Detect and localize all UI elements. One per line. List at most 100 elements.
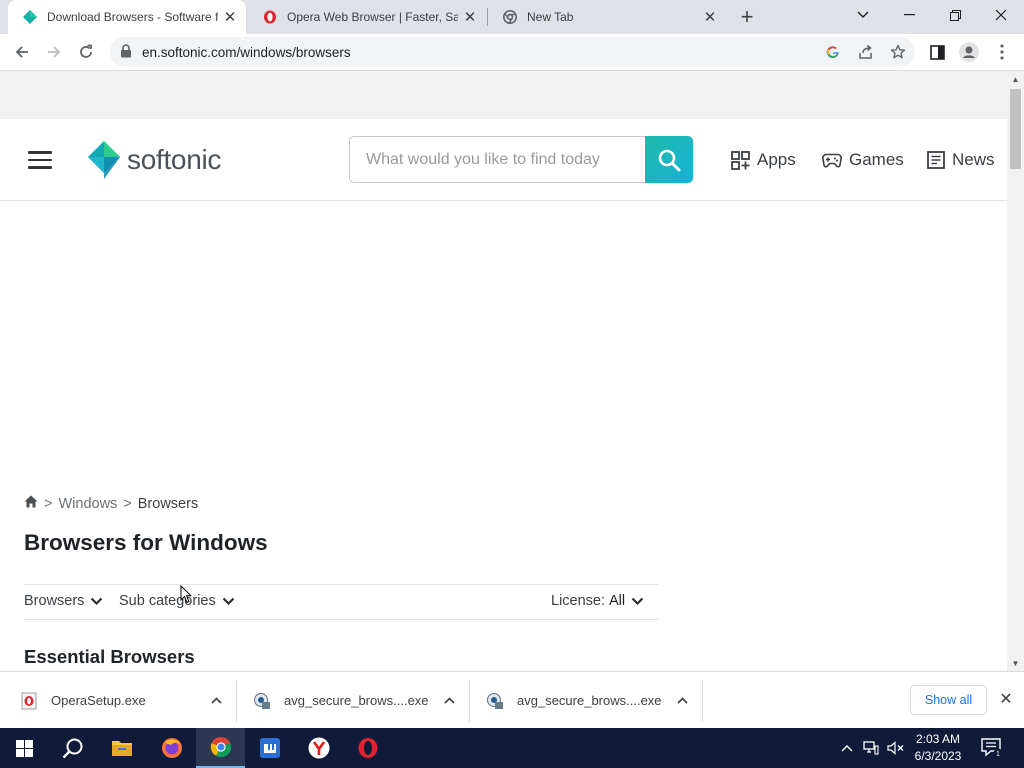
chevron-up-icon[interactable] — [204, 689, 228, 713]
mouse-cursor-icon — [180, 584, 193, 609]
hamburger-menu-icon[interactable] — [28, 151, 52, 169]
close-tab-icon[interactable]: ✕ — [458, 5, 482, 29]
clock-time: 2:03 AM — [915, 732, 961, 746]
tab-search-chevron-icon[interactable] — [840, 0, 886, 30]
restore-button[interactable] — [932, 0, 978, 30]
google-icon[interactable] — [823, 42, 843, 62]
tab-title: New Tab — [527, 10, 574, 24]
site-header: softonic Apps Games — [0, 119, 1007, 201]
section-title: Essential Browsers — [24, 646, 195, 667]
network-icon[interactable] — [862, 738, 880, 758]
softonic-logo-icon — [88, 141, 120, 179]
back-button[interactable] — [7, 37, 37, 67]
opera-installer-icon — [20, 692, 38, 710]
chrome-menu-icon[interactable] — [987, 37, 1017, 67]
avg-installer-icon — [253, 692, 271, 710]
close-tab-icon[interactable]: ✕ — [698, 5, 722, 29]
close-tab-icon[interactable]: ✕ — [218, 5, 242, 29]
profile-avatar-icon[interactable] — [954, 37, 984, 67]
lock-icon[interactable] — [120, 44, 132, 63]
breadcrumb-browsers: Browsers — [137, 495, 199, 512]
breadcrumb: > Windows > Browsers — [24, 495, 198, 512]
search-button[interactable] — [645, 136, 693, 183]
nav-games-label: Games — [849, 150, 904, 169]
browser-toolbar: en.softonic.com/windows/browsers — [0, 34, 1024, 71]
nav-apps-label: Apps — [757, 150, 796, 169]
close-download-shelf-icon[interactable]: ✕ — [995, 688, 1017, 710]
news-icon — [927, 151, 945, 169]
download-shelf: OperaSetup.exe avg_secure_brows....exe a… — [0, 671, 1024, 728]
tab-title: Download Browsers - Software fo — [47, 10, 218, 24]
home-icon[interactable] — [24, 495, 38, 512]
nav-news[interactable]: News — [927, 147, 995, 173]
volume-muted-icon[interactable] — [886, 738, 904, 758]
license-filter-dropdown[interactable]: License: All — [551, 593, 644, 609]
scroll-up-arrow-icon[interactable]: ▲ — [1007, 71, 1024, 87]
page-viewport: softonic Apps Games — [0, 71, 1024, 671]
yandex-icon[interactable] — [294, 728, 343, 768]
tab-new-tab[interactable]: New Tab ✕ — [488, 0, 726, 34]
show-hidden-icons-chevron-icon[interactable] — [838, 738, 856, 758]
svg-text:1: 1 — [996, 751, 1000, 758]
tab-softonic[interactable]: Download Browsers - Software fo ✕ — [8, 0, 246, 34]
category-filter-label: Browsers — [24, 593, 85, 609]
scrollbar-thumb[interactable] — [1010, 89, 1021, 169]
softonic-favicon — [22, 9, 38, 25]
breadcrumb-separator: > — [44, 495, 53, 512]
share-icon[interactable] — [856, 42, 876, 62]
start-icon[interactable] — [0, 728, 49, 768]
clock-date: 6/3/2023 — [914, 749, 962, 763]
new-tab-button[interactable]: + — [733, 4, 761, 30]
nav-news-label: News — [952, 150, 995, 169]
download-item[interactable]: avg_secure_brows....exe — [466, 672, 694, 729]
address-bar[interactable]: en.softonic.com/windows/browsers — [110, 37, 915, 67]
bookmark-star-icon[interactable] — [888, 42, 908, 62]
filter-bar: Browsers Sub categories License: All — [24, 584, 659, 620]
firefox-icon[interactable] — [147, 728, 196, 768]
reload-button[interactable] — [71, 37, 101, 67]
apps-grid-icon — [731, 150, 750, 170]
opera-icon[interactable] — [343, 728, 392, 768]
breadcrumb-windows[interactable]: Windows — [58, 496, 117, 512]
file-explorer-icon[interactable] — [97, 728, 146, 768]
chrome-icon[interactable] — [196, 728, 245, 768]
forward-button[interactable] — [39, 37, 69, 67]
download-filename: avg_secure_brows....exe — [284, 693, 429, 708]
breadcrumb-separator: > — [123, 495, 132, 512]
scroll-down-arrow-icon[interactable]: ▼ — [1007, 655, 1024, 671]
softonic-logo[interactable]: softonic — [87, 139, 221, 181]
search-field[interactable] — [349, 136, 646, 183]
chevron-down-icon — [631, 597, 644, 606]
nav-apps[interactable]: Apps — [731, 147, 796, 173]
page-title: Browsers for Windows — [24, 530, 268, 555]
minimize-button[interactable] — [886, 0, 932, 30]
avg-installer-icon — [486, 692, 504, 710]
chevron-down-icon — [222, 597, 235, 606]
chevron-up-icon[interactable] — [437, 689, 461, 713]
chrome-favicon — [502, 9, 518, 25]
notifications-icon[interactable]: 1 — [980, 736, 1004, 760]
subcategories-filter-label: Sub categories — [119, 593, 216, 609]
download-item[interactable]: avg_secure_brows....exe — [233, 672, 461, 729]
chevron-up-icon[interactable] — [670, 689, 694, 713]
page-scrollbar[interactable]: ▲ ▼ — [1007, 71, 1024, 671]
url-text: en.softonic.com/windows/browsers — [142, 45, 351, 60]
close-window-button[interactable] — [978, 0, 1024, 30]
license-filter-label: License: — [551, 593, 606, 609]
license-filter-value: All — [609, 593, 626, 609]
download-item[interactable]: OperaSetup.exe — [0, 672, 228, 729]
ad-banner — [0, 71, 1007, 119]
show-all-downloads-button[interactable]: Show all — [910, 685, 987, 715]
search-input[interactable] — [350, 137, 646, 182]
nav-games[interactable]: Games — [822, 147, 904, 173]
category-filter-dropdown[interactable]: Browsers — [24, 593, 103, 609]
download-filename: OperaSetup.exe — [51, 693, 146, 708]
download-divider — [702, 680, 703, 722]
search-icon[interactable] — [48, 728, 97, 768]
maxthon-icon[interactable] — [245, 728, 294, 768]
subcategories-filter-dropdown[interactable]: Sub categories — [119, 593, 235, 609]
system-clock[interactable]: 2:03 AM 6/3/2023 — [905, 731, 971, 765]
side-panel-icon[interactable] — [922, 37, 952, 67]
tab-opera[interactable]: Opera Web Browser | Faster, Safe ✕ — [248, 0, 486, 34]
chevron-down-icon — [90, 597, 103, 606]
